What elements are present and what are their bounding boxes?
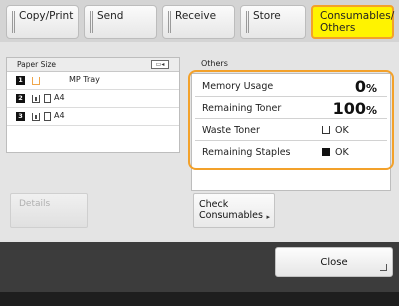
tab-store[interactable]: Store — [240, 5, 306, 39]
tab-marker-icon — [90, 11, 93, 33]
remaining-toner-row: Remaining Toner 100% — [195, 98, 387, 119]
remaining-staples-row: Remaining Staples OK — [202, 147, 349, 158]
memory-usage-row: Memory Usage 0% — [195, 76, 387, 97]
waste-container-icon — [322, 126, 330, 134]
tab-marker-icon — [246, 11, 249, 33]
status-strip — [0, 292, 399, 306]
others-section-title: Others — [201, 59, 228, 68]
arrow-icon: ▸ — [266, 213, 270, 221]
paper-row-1[interactable]: 1 MP Tray — [7, 72, 179, 90]
tab-marker-icon — [168, 11, 171, 33]
paper-size-list: Paper Size ▭◂ 1 MP Tray 2 A4 3 A4 — [6, 57, 180, 153]
paper-source-number: 3 — [16, 112, 25, 121]
paper-source-number: 1 — [16, 76, 25, 85]
remaining-staples-status: OK — [322, 147, 349, 158]
waste-toner-row: Waste Toner OK — [195, 120, 387, 141]
tab-consumables-others[interactable]: Consumables/ Others — [311, 5, 394, 39]
tab-receive[interactable]: Receive — [162, 5, 235, 39]
details-button[interactable]: Details — [10, 193, 88, 228]
paper-row-2[interactable]: 2 A4 — [7, 90, 179, 108]
tab-send[interactable]: Send — [84, 5, 157, 39]
waste-toner-status: OK — [322, 125, 349, 136]
paper-sheet-icon — [44, 112, 51, 121]
close-button[interactable]: Close — [275, 247, 393, 277]
top-tab-bar: Copy/Print Send Receive Store Consumable… — [0, 0, 399, 42]
list-view-toggle-icon[interactable]: ▭◂ — [151, 60, 169, 69]
remaining-toner-value: 100% — [332, 99, 377, 118]
paper-list-header: Paper Size ▭◂ — [7, 58, 179, 72]
mp-tray-icon — [32, 77, 40, 85]
tab-copy-print[interactable]: Copy/Print — [6, 5, 79, 39]
tab-marker-icon — [12, 11, 15, 33]
paper-drawer-icon — [32, 113, 40, 121]
paper-row-3[interactable]: 3 A4 — [7, 108, 179, 126]
paper-drawer-icon — [32, 95, 40, 103]
paper-source-number: 2 — [16, 94, 25, 103]
memory-usage-value: 0% — [354, 77, 377, 96]
paper-sheet-icon — [44, 94, 51, 103]
staple-icon — [322, 148, 330, 156]
corner-icon — [380, 264, 387, 271]
check-consumables-button[interactable]: Check Consumables ▸ — [193, 193, 275, 228]
